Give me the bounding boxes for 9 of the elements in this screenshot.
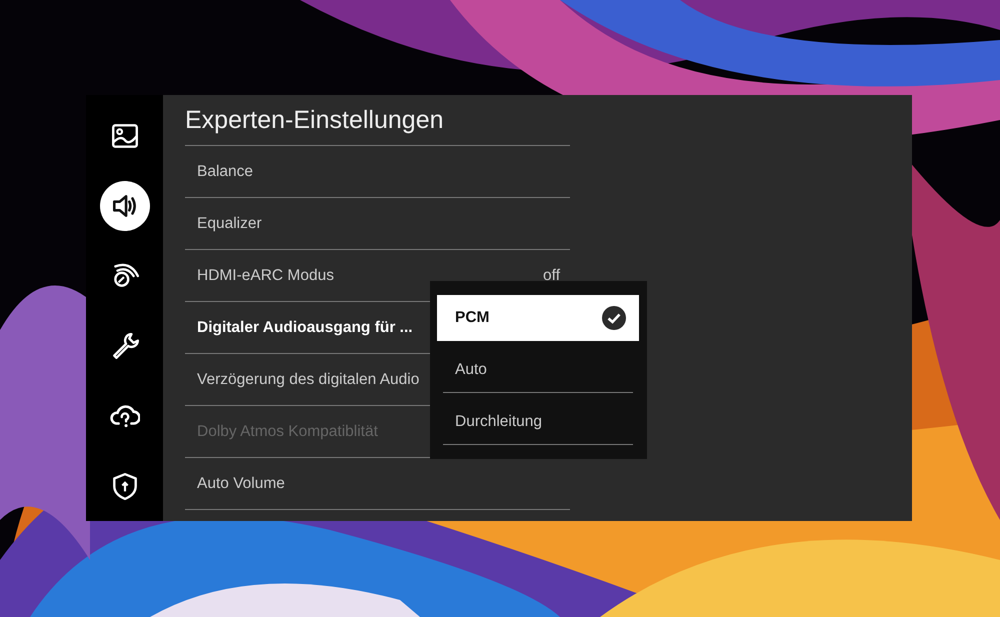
item-value: off bbox=[543, 266, 560, 284]
dropdown-option[interactable]: Auto bbox=[443, 347, 633, 393]
dropdown-option[interactable]: PCM bbox=[437, 295, 639, 341]
check-icon bbox=[602, 306, 626, 330]
panel-title: Experten-Einstellungen bbox=[185, 105, 444, 136]
sound-icon[interactable] bbox=[100, 181, 150, 231]
dropdown-option[interactable]: Durchleitung bbox=[443, 399, 633, 445]
settings-item[interactable]: Equalizer bbox=[185, 198, 570, 250]
settings-item[interactable]: Balance bbox=[185, 146, 570, 198]
